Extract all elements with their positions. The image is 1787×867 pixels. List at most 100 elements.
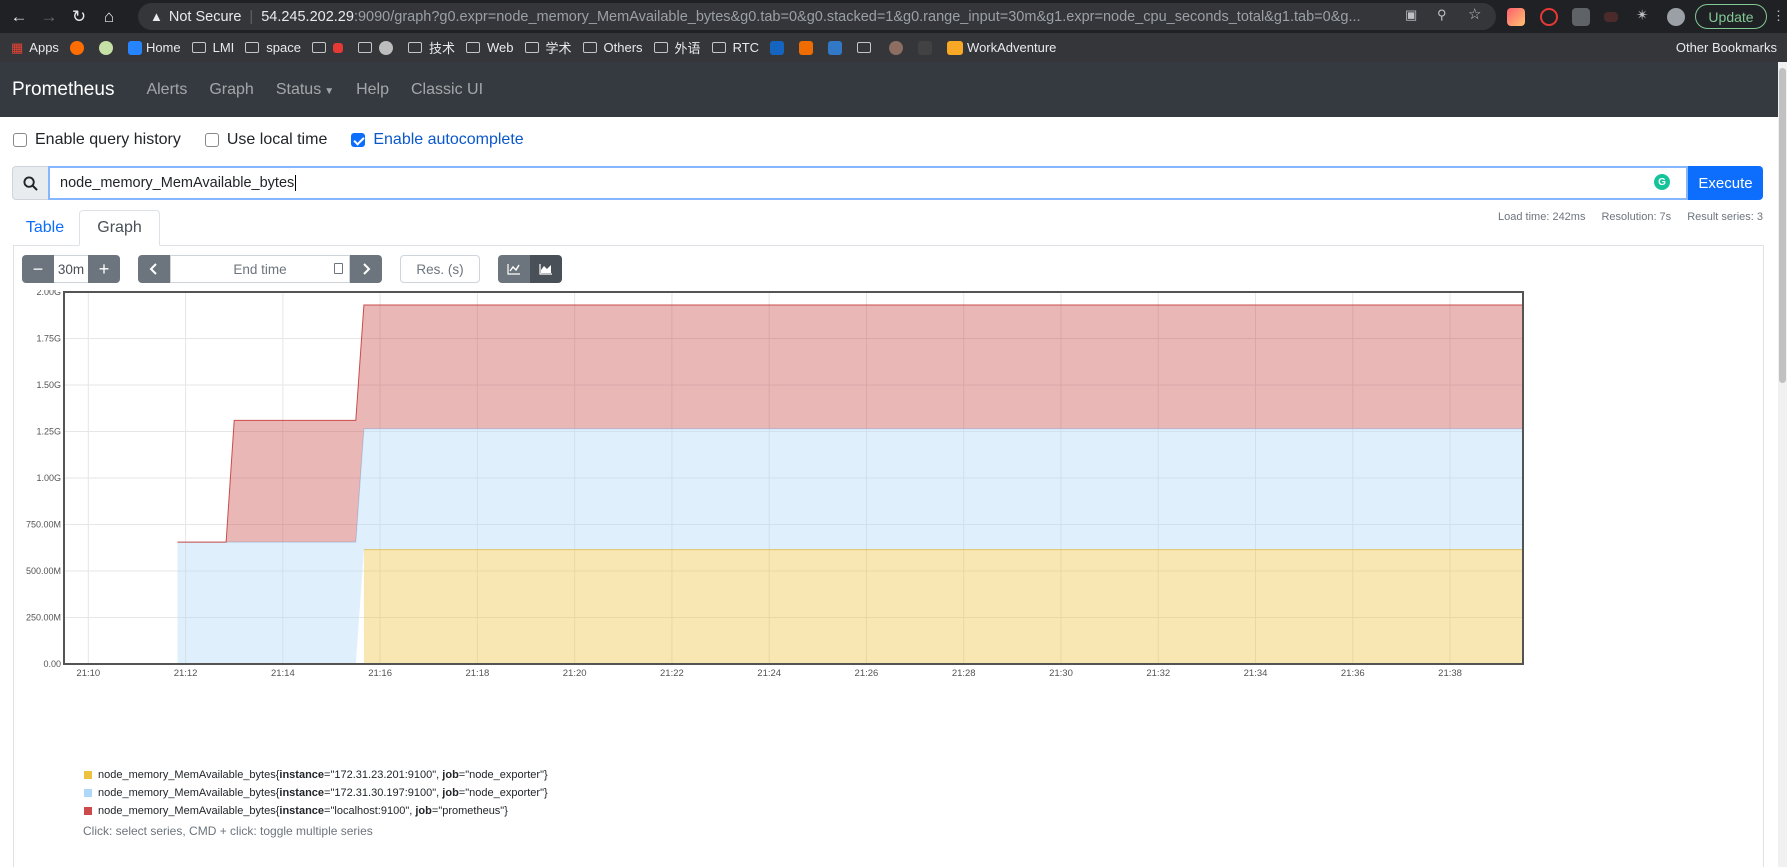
legend-item-series-3[interactable]: node_memory_MemAvailable_bytes{instance =… — [84, 802, 548, 820]
legend-swatch — [84, 771, 92, 779]
bookmark-icon-1[interactable] — [69, 40, 88, 55]
x-tick-label: 21:10 — [76, 668, 100, 679]
bookmark-language[interactable]: 外语 — [653, 38, 701, 57]
memory-chart[interactable]: 0.00 250.00M 500.00M 750.00M 1.00G 1.25G 1.50G… — [0, 290, 1560, 762]
use-local-time-option[interactable]: Use local time — [204, 131, 327, 149]
line-chart-button[interactable] — [498, 255, 530, 283]
folder-icon — [857, 42, 872, 53]
nav-graph[interactable]: Graph — [209, 81, 253, 99]
bookmark-icon-6[interactable] — [889, 40, 907, 55]
brand-logo[interactable]: Prometheus — [12, 79, 114, 101]
update-button[interactable]: Update — [1695, 4, 1767, 29]
folder-icon — [408, 42, 422, 53]
scrollbar-thumb[interactable] — [1779, 68, 1786, 383]
next-time-button[interactable] — [350, 255, 382, 283]
bookmark-other[interactable]: Other Bookmarks — [1676, 33, 1777, 62]
bookmark-tech[interactable]: 技术 — [408, 38, 455, 57]
nav-alerts[interactable]: Alerts — [146, 81, 187, 99]
increase-range-button[interactable]: + — [88, 255, 120, 283]
zoom-icon[interactable]: ⚲ — [1437, 7, 1447, 23]
legend-swatch — [84, 807, 92, 815]
y-tick-label: 0.00 — [43, 659, 61, 669]
back-icon[interactable]: ← — [4, 0, 34, 33]
forward-icon[interactable]: → — [34, 0, 64, 33]
small-extension-icon[interactable] — [1604, 12, 1618, 22]
end-time-input[interactable]: End time — [170, 255, 350, 283]
tab-graph[interactable]: Graph — [79, 210, 160, 246]
enable-autocomplete-option[interactable]: Enable autocomplete — [351, 131, 524, 149]
bookmark-icon-4[interactable] — [799, 40, 817, 55]
resolution-input[interactable]: Res. (s) — [400, 255, 480, 283]
puzzle-icon[interactable]: ✴ — [1636, 6, 1649, 24]
end-time-group: End time — [138, 255, 382, 283]
expression-input[interactable]: node_memory_MemAvailable_bytes G — [48, 166, 1688, 200]
folder-icon — [711, 42, 726, 53]
reload-icon[interactable]: ↻ — [64, 0, 94, 33]
nav-classic-ui[interactable]: Classic UI — [411, 81, 483, 99]
chart-type-group — [498, 255, 562, 283]
extension-icon[interactable] — [1507, 8, 1525, 26]
bookmark-icon-2[interactable] — [98, 40, 117, 55]
autocomplete-label: Enable autocomplete — [373, 131, 524, 148]
enable-query-history-option[interactable]: Enable query history — [13, 131, 181, 149]
cast-icon[interactable]: ▣ — [1405, 7, 1417, 23]
bookmark-web[interactable]: Web — [466, 40, 514, 55]
y-tick-label: 1.00G — [36, 473, 61, 483]
home-icon[interactable]: ⌂ — [94, 0, 124, 33]
local-time-checkbox[interactable] — [204, 133, 219, 147]
blocker-icon[interactable] — [1540, 8, 1558, 26]
bookmark-folder-c[interactable] — [857, 42, 878, 53]
box-icon — [799, 40, 814, 55]
bookmark-workadventure[interactable]: WorkAdventure — [947, 40, 1056, 55]
animal-icon — [379, 40, 393, 55]
url-path: :9090/graph?g0.expr=node_memory_MemAvail… — [353, 8, 1361, 25]
decrease-range-button[interactable]: − — [22, 255, 54, 283]
star-icon[interactable]: ☆ — [1468, 5, 1481, 23]
bookmark-folder-a[interactable] — [312, 42, 347, 53]
url-separator: | — [249, 8, 254, 25]
folder-icon — [245, 42, 260, 53]
bookmark-home[interactable]: Home — [127, 40, 181, 55]
caret-down-icon: ▼ — [324, 85, 335, 97]
tab-table[interactable]: Table — [13, 210, 77, 246]
address-bar[interactable]: ▲ Not Secure | 54.245.202.29 :9090/graph… — [138, 3, 1496, 30]
x-tick-label: 21:20 — [563, 668, 587, 679]
s-extension-icon[interactable] — [1572, 8, 1590, 26]
query-history-checkbox[interactable] — [13, 133, 27, 147]
execute-button[interactable]: Execute — [1688, 166, 1763, 200]
query-options: Enable query history Use local time Enab… — [13, 131, 548, 149]
profile-avatar[interactable] — [1667, 8, 1685, 26]
bookmark-academic[interactable]: 学术 — [524, 38, 572, 57]
legend-item-series-1[interactable]: node_memory_MemAvailable_bytes{instance =… — [84, 766, 548, 784]
bookmark-others[interactable]: Others — [582, 40, 643, 55]
y-tick-label: 1.25G — [36, 427, 61, 437]
nav-status-label: Status — [275, 80, 322, 98]
calendar-icon[interactable] — [334, 263, 343, 274]
bookmarks-bar: ▦ Apps Home LMI space 技术 Web 学术 Others 外语… — [0, 33, 1787, 62]
nav-help[interactable]: Help — [356, 81, 389, 99]
range-input[interactable]: 30m — [54, 255, 88, 283]
chart-legend: node_memory_MemAvailable_bytes{instance =… — [84, 766, 548, 820]
bookmark-rtc[interactable]: RTC — [711, 40, 759, 55]
x-tick-label: 21:30 — [1049, 668, 1073, 679]
end-time-placeholder: End time — [233, 261, 287, 277]
bookmark-folder-b[interactable] — [358, 40, 397, 55]
grammarly-icon[interactable]: G — [1654, 174, 1670, 190]
y-tick-label: 1.75G — [36, 334, 61, 344]
bookmark-icon-5[interactable] — [828, 40, 846, 55]
previous-time-button[interactable] — [138, 255, 170, 283]
series-area-1 — [363, 549, 1524, 664]
bowl-icon — [889, 40, 904, 55]
folder-icon — [653, 42, 668, 53]
x-tick-label: 21:18 — [465, 668, 489, 679]
bookmark-icon-3[interactable] — [770, 40, 788, 55]
bookmark-lmi[interactable]: LMI — [191, 40, 234, 55]
legend-item-series-2[interactable]: node_memory_MemAvailable_bytes{instance =… — [84, 784, 548, 802]
nav-status[interactable]: Status ▼ — [276, 81, 334, 99]
bookmark-space[interactable]: space — [245, 40, 301, 55]
autocomplete-checkbox[interactable] — [351, 133, 366, 147]
bookmark-apps[interactable]: ▦ Apps — [11, 40, 59, 56]
stacked-chart-button[interactable] — [530, 255, 562, 283]
bookmark-icon-7[interactable] — [918, 40, 936, 55]
menu-icon[interactable]: ⋮ — [1772, 8, 1785, 24]
